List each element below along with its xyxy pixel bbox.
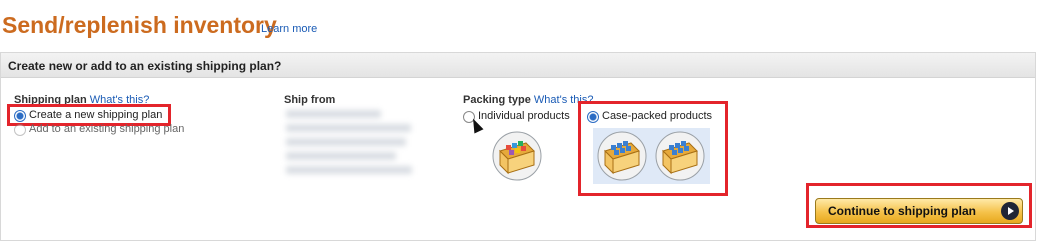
add-existing-plan-radio[interactable] bbox=[14, 124, 26, 136]
individual-products-box-icon bbox=[492, 131, 542, 181]
add-existing-plan-label[interactable]: Add to an existing shipping plan bbox=[29, 123, 184, 135]
packing-type-label-text: Packing type bbox=[463, 94, 531, 106]
ship-from-redacted-line bbox=[286, 152, 396, 160]
learn-more-link[interactable]: Learn more bbox=[261, 23, 317, 35]
ship-from-redacted-line bbox=[286, 166, 412, 174]
page-title: Send/replenish inventory bbox=[2, 12, 277, 38]
panel-heading: Create new or add to an existing shippin… bbox=[1, 53, 1035, 78]
ship-from-label: Ship from bbox=[284, 94, 336, 106]
ship-from-redacted-line bbox=[286, 110, 381, 118]
ship-from-redacted-line bbox=[286, 124, 411, 132]
individual-products-label[interactable]: Individual products bbox=[478, 110, 570, 122]
packing-type-label: Packing type What's this? bbox=[463, 94, 594, 106]
continue-button-highlight bbox=[806, 183, 1032, 228]
case-packed-highlight bbox=[578, 101, 728, 196]
ship-from-redacted-line bbox=[286, 138, 406, 146]
